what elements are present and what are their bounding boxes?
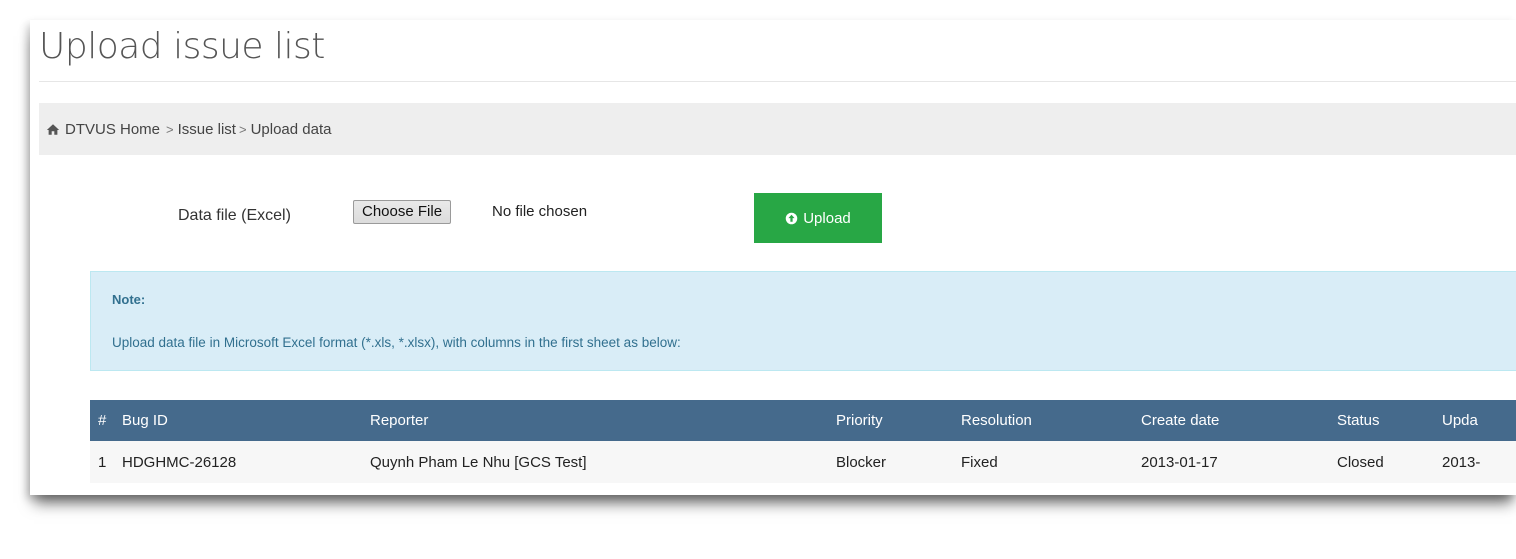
breadcrumb: DTVUS Home > Issue list > Upload data [39, 103, 1516, 155]
upload-button-label: Upload [803, 209, 851, 227]
choose-file-button[interactable]: Choose File [353, 200, 452, 224]
column-header: Reporter [370, 412, 429, 429]
table-cell: 2013-01-17 [1141, 453, 1218, 471]
note-title: Note: [112, 292, 146, 307]
breadcrumb-separator: > [166, 121, 174, 137]
breadcrumb-home-link[interactable]: DTVUS Home [65, 121, 160, 138]
columns-table: # Bug ID Reporter Priority Resolution Cr… [90, 400, 1516, 483]
column-header: Bug ID [122, 412, 168, 429]
note-box: Note: Upload data file in Microsoft Exce… [90, 271, 1516, 371]
breadcrumb-current: Upload data [250, 120, 332, 138]
breadcrumb-separator: > [238, 121, 247, 137]
column-header: Resolution [961, 412, 1032, 429]
column-header: # [98, 412, 107, 429]
table-cell: Quynh Pham Le Nhu [GCS Test] [370, 453, 587, 471]
upload-form: Data file (Excel) Choose File No file ch… [30, 193, 1516, 243]
data-file-label: Data file (Excel) [178, 207, 291, 224]
table-cell: 1 [98, 453, 107, 471]
table-cell: Closed [1337, 453, 1384, 471]
page-title: Upload issue list [39, 26, 325, 67]
table-cell: HDGHMC-26128 [122, 453, 237, 471]
column-header: Create date [1141, 412, 1220, 429]
table-row: 1 HDGHMC-26128 Quynh Pham Le Nhu [GCS Te… [90, 441, 1516, 483]
note-text: Upload data file in Microsoft Excel form… [112, 335, 681, 350]
column-header: Upda [1442, 412, 1478, 429]
table-cell: Blocker [836, 453, 887, 471]
main-panel: Upload issue list DTVUS Home > Issue lis… [30, 20, 1516, 495]
column-header: Status [1337, 412, 1380, 429]
table-header-row: # Bug ID Reporter Priority Resolution Cr… [90, 400, 1516, 441]
home-icon [46, 123, 60, 135]
breadcrumb-issue-list-link[interactable]: Issue list [178, 121, 236, 138]
table-cell: 2013- [1442, 453, 1481, 471]
arrow-circle-up-icon [785, 212, 798, 224]
title-divider [39, 81, 1516, 82]
column-header: Priority [836, 412, 883, 429]
file-status-text: No file chosen [492, 203, 588, 220]
upload-button[interactable]: Upload [754, 193, 882, 243]
columns-table-wrapper: # Bug ID Reporter Priority Resolution Cr… [90, 400, 1516, 483]
table-cell: Fixed [961, 453, 998, 471]
